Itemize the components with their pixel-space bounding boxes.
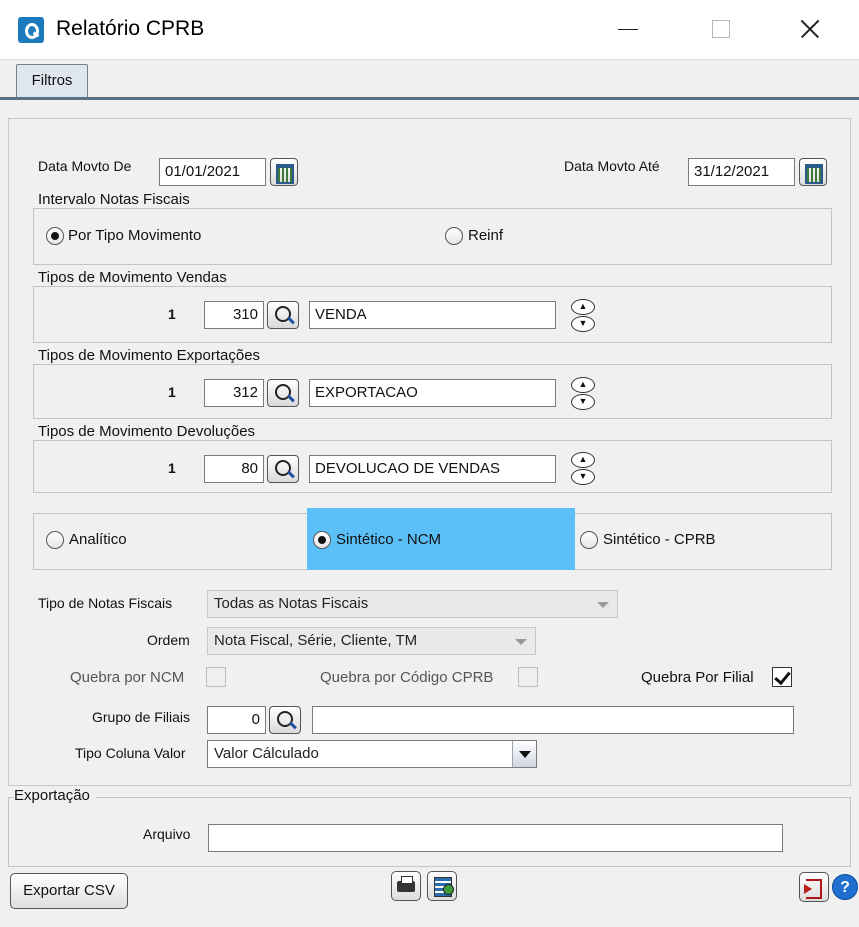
grupo-filiais-code-input[interactable]: 0 <box>207 706 266 734</box>
vendas-index: 1 <box>168 306 176 322</box>
radio-sintetico-ncm[interactable] <box>313 531 331 549</box>
vendas-up-icon[interactable]: ▲ <box>571 299 595 315</box>
quebra-cprb-label: Quebra por Código CPRB <box>320 669 494 686</box>
tipo-coluna-select[interactable]: Valor Cálculado <box>207 740 537 768</box>
report-settings-icon[interactable] <box>427 871 457 901</box>
radio-analitico-label: Analítico <box>69 531 127 548</box>
arquivo-input[interactable] <box>208 824 783 852</box>
date-to-label: Data Movto Até <box>564 158 660 174</box>
arquivo-label: Arquivo <box>143 826 191 842</box>
title-bar: Relatório CPRB <box>0 0 859 60</box>
intervalo-title: Intervalo Notas Fiscais <box>38 191 196 208</box>
exportacoes-index: 1 <box>168 384 176 400</box>
date-from-input[interactable]: 01/01/2021 <box>159 158 266 186</box>
export-title: Exportação <box>14 787 96 804</box>
date-from-label: Data Movto De <box>38 158 132 174</box>
calendar-to-icon[interactable] <box>799 158 827 186</box>
chevron-down-icon <box>512 741 536 767</box>
exit-icon[interactable] <box>799 872 829 902</box>
radio-sintetico-cprb[interactable] <box>580 531 598 549</box>
devolucoes-index: 1 <box>168 460 176 476</box>
ordem-select[interactable]: Nota Fiscal, Série, Cliente, TM <box>207 627 536 655</box>
tipo-notas-select[interactable]: Todas as Notas Fiscais <box>207 590 618 618</box>
printer-icon[interactable] <box>391 871 421 901</box>
calendar-from-icon[interactable] <box>270 158 298 186</box>
radio-analitico[interactable] <box>46 531 64 549</box>
tipo-notas-label: Tipo de Notas Fiscais <box>38 595 173 611</box>
tipo-coluna-label: Tipo Coluna Valor <box>75 745 186 761</box>
exportacoes-up-icon[interactable]: ▲ <box>571 377 595 393</box>
tab-divider <box>0 97 859 100</box>
chevron-down-icon <box>597 602 609 608</box>
grupo-filiais-search-icon[interactable] <box>269 706 301 734</box>
devolucoes-code-input[interactable]: 80 <box>204 455 264 483</box>
radio-por-tipo-movimento-label: Por Tipo Movimento <box>68 227 202 244</box>
quebra-ncm-checkbox[interactable] <box>206 667 226 687</box>
quebra-filial-label: Quebra Por Filial <box>641 669 754 686</box>
date-to-input[interactable]: 31/12/2021 <box>688 158 795 186</box>
tipo-notas-value: Todas as Notas Fiscais <box>214 595 369 612</box>
quebra-ncm-label: Quebra por NCM <box>70 669 185 686</box>
tab-strip <box>0 60 859 100</box>
radio-reinf-label: Reinf <box>468 227 504 244</box>
close-button[interactable] <box>790 14 830 44</box>
app-logo-icon <box>18 17 44 43</box>
exportacoes-search-icon[interactable] <box>267 379 299 407</box>
vendas-description-input[interactable]: VENDA <box>309 301 556 329</box>
vendas-down-icon[interactable]: ▼ <box>571 316 595 332</box>
quebra-cprb-checkbox[interactable] <box>518 667 538 687</box>
devolucoes-description-input[interactable]: DEVOLUCAO DE VENDAS <box>309 455 556 483</box>
exportacoes-description-input[interactable]: EXPORTACAO <box>309 379 556 407</box>
devolucoes-up-icon[interactable]: ▲ <box>571 452 595 468</box>
tipo-coluna-value: Valor Cálculado <box>214 745 319 762</box>
exportacoes-title: Tipos de Movimento Exportações <box>38 347 267 364</box>
window-title: Relatório CPRB <box>56 17 205 40</box>
radio-por-tipo-movimento[interactable] <box>46 227 64 245</box>
exportacoes-down-icon[interactable]: ▼ <box>571 394 595 410</box>
radio-reinf[interactable] <box>445 227 463 245</box>
ordem-value: Nota Fiscal, Série, Cliente, TM <box>214 632 418 649</box>
minimize-button[interactable] <box>608 14 648 44</box>
devolucoes-search-icon[interactable] <box>267 455 299 483</box>
vendas-title: Tipos de Movimento Vendas <box>38 269 233 286</box>
vendas-code-input[interactable]: 310 <box>204 301 264 329</box>
chevron-down-icon <box>515 639 527 645</box>
quebra-filial-checkbox[interactable] <box>772 667 792 687</box>
devolucoes-down-icon[interactable]: ▼ <box>571 469 595 485</box>
tab-filtros[interactable]: Filtros <box>16 64 88 98</box>
ordem-label: Ordem <box>147 632 190 648</box>
grupo-filiais-label: Grupo de Filiais <box>92 709 191 725</box>
export-csv-button[interactable]: Exportar CSV <box>10 873 128 909</box>
exportacoes-code-input[interactable]: 312 <box>204 379 264 407</box>
vendas-search-icon[interactable] <box>267 301 299 329</box>
grupo-filiais-description-input[interactable] <box>312 706 794 734</box>
devolucoes-title: Tipos de Movimento Devoluções <box>38 423 262 440</box>
radio-sintetico-cprb-label: Sintético - CPRB <box>603 531 716 548</box>
help-icon[interactable]: ? <box>832 874 858 900</box>
radio-sintetico-ncm-label: Sintético - NCM <box>336 531 442 548</box>
maximize-button[interactable] <box>700 14 740 44</box>
